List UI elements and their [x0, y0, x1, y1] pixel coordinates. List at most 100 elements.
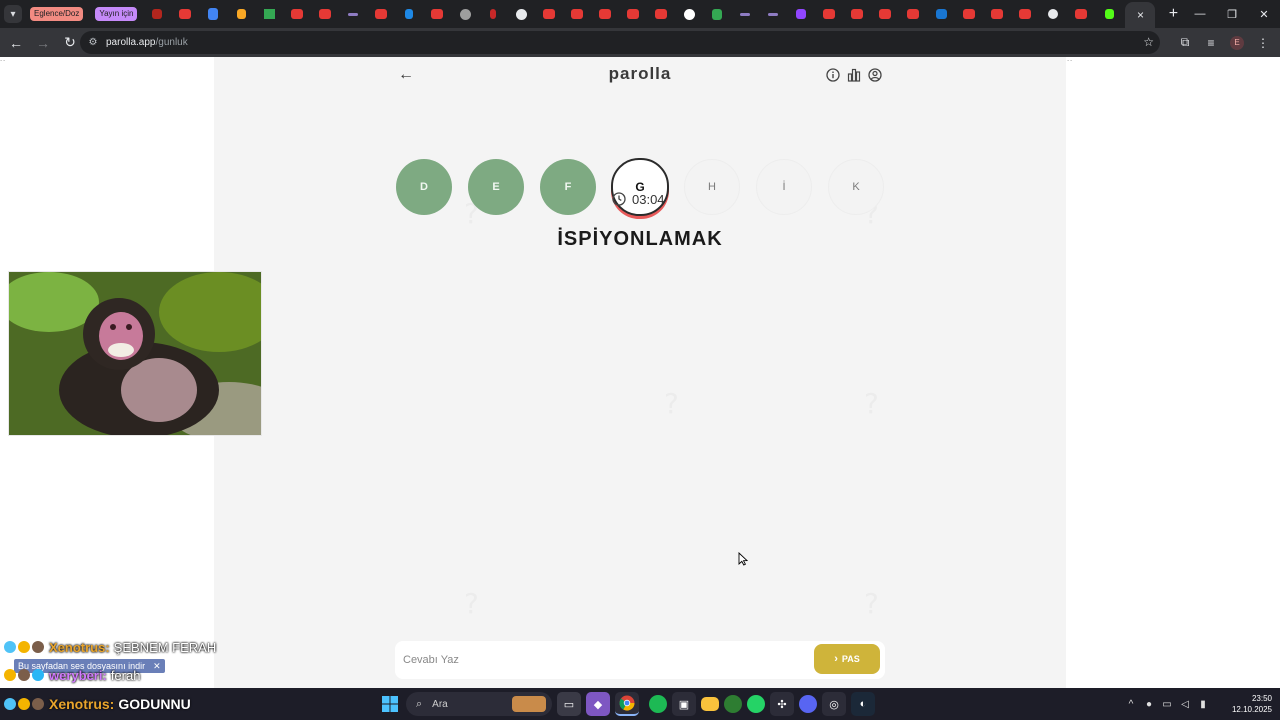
github-icon[interactable] — [507, 0, 535, 28]
pass-button[interactable]: › PAS — [814, 644, 880, 674]
url-text[interactable]: parolla.app/gunluk — [106, 37, 188, 48]
youtube-icon[interactable] — [899, 0, 927, 28]
discord-icon[interactable] — [799, 695, 817, 713]
youtube-icon[interactable] — [843, 0, 871, 28]
youtube-icon[interactable] — [1011, 0, 1039, 28]
taskbar-search[interactable]: ⌕ Ara — [406, 692, 552, 716]
feather-icon[interactable] — [759, 0, 787, 28]
feather-icon[interactable] — [731, 0, 759, 28]
forward-icon[interactable]: → — [31, 31, 55, 55]
reload-icon[interactable]: ↻ — [58, 31, 82, 55]
header-actions — [822, 66, 885, 84]
battery-icon[interactable]: ▮ — [1194, 699, 1212, 710]
timer-value: 03:04 — [632, 191, 665, 207]
taskbar-clock[interactable]: 23:50 12.10.2025 — [1212, 693, 1272, 715]
tab-group-yayin[interactable]: Yayın için — [95, 7, 138, 21]
chat-text: ferah — [110, 667, 141, 683]
close-tab-icon[interactable]: × — [1137, 8, 1144, 22]
stats-icon[interactable] — [843, 66, 864, 84]
netflix-icon[interactable] — [479, 0, 507, 28]
media-app-icon[interactable]: ▣ — [672, 692, 696, 716]
youtube-icon[interactable] — [283, 0, 311, 28]
tab-list — [143, 0, 1123, 28]
youtube-icon[interactable] — [647, 0, 675, 28]
youtube-icon[interactable] — [311, 0, 339, 28]
info-icon[interactable] — [822, 66, 843, 84]
search-label: Ara — [432, 698, 448, 710]
youtube-icon[interactable] — [171, 0, 199, 28]
sheets-icon[interactable] — [703, 0, 731, 28]
tab-group-eglence[interactable]: Eglence/Doz — [30, 7, 84, 21]
youtube-icon[interactable] — [535, 0, 563, 28]
restore-icon[interactable]: ❐ — [1216, 0, 1248, 28]
youtube-icon[interactable] — [619, 0, 647, 28]
back-icon[interactable]: ← — [4, 31, 28, 55]
youtube-icon[interactable] — [367, 0, 395, 28]
menu-icon[interactable]: ⋮ — [1250, 31, 1276, 54]
site-info-icon[interactable]: ⚙ — [86, 36, 100, 50]
new-tab-button[interactable]: + — [1161, 2, 1185, 26]
chevron-up-icon[interactable]: ^ — [1122, 699, 1140, 710]
play-icon[interactable] — [395, 0, 423, 28]
sub-badge-icon — [18, 641, 30, 653]
search-highlight-icon — [512, 696, 546, 712]
extensions-icon[interactable]: ⧉ — [1172, 31, 1198, 54]
microphone-icon[interactable]: ● — [1140, 699, 1158, 710]
tab-favicon[interactable] — [451, 0, 479, 28]
youtube-icon[interactable] — [815, 0, 843, 28]
task-view-icon[interactable]: ▭ — [557, 692, 581, 716]
system-tray: ^ ● ▭ ◁ ▮ 23:50 12.10.2025 — [1122, 688, 1280, 720]
chat-username: weryberi: — [49, 667, 107, 683]
copilot-icon[interactable]: ◆ — [586, 692, 610, 716]
edge-icon[interactable] — [724, 695, 742, 713]
steam-icon[interactable]: ◐ — [851, 692, 875, 716]
spotify-icon[interactable] — [649, 695, 667, 713]
close-notice-icon[interactable]: ✕ — [153, 661, 161, 672]
steam-settings-icon[interactable]: ✣ — [770, 692, 794, 716]
whatsapp-icon[interactable] — [747, 695, 765, 713]
youtube-icon[interactable] — [591, 0, 619, 28]
network-icon[interactable]: ▭ — [1158, 699, 1176, 710]
active-tab[interactable]: × — [1125, 2, 1156, 28]
mouse-cursor-icon — [738, 552, 748, 566]
kick-icon[interactable] — [1095, 0, 1123, 28]
chrome-icon[interactable] — [615, 692, 639, 716]
chat-overlay: Xenotrus: ŞEBNEM FERAH — [4, 639, 216, 655]
answer-input[interactable] — [403, 649, 803, 671]
youtube-icon[interactable] — [871, 0, 899, 28]
obs-icon[interactable]: ◎ — [822, 692, 846, 716]
chat-username: Xenotrus: — [49, 639, 110, 655]
docs-icon[interactable] — [199, 0, 227, 28]
address-bar[interactable]: ⚙ parolla.app/gunluk ☆ — [80, 31, 1160, 54]
minimize-icon[interactable]: — — [1184, 0, 1216, 28]
media-control-icon[interactable]: ≡ — [1198, 31, 1224, 54]
windows-start-icon[interactable] — [378, 692, 402, 716]
tab-favicon[interactable] — [143, 0, 171, 28]
letter-circle: H — [684, 159, 740, 215]
twitch-icon[interactable] — [787, 0, 815, 28]
chatgpt-icon[interactable] — [1039, 0, 1067, 28]
youtube-icon[interactable] — [955, 0, 983, 28]
tab-favicon[interactable] — [927, 0, 955, 28]
bookmark-star-icon[interactable]: ☆ — [1143, 35, 1154, 49]
avatar — [32, 641, 44, 653]
chat-badges — [4, 698, 46, 710]
profile-avatar[interactable]: E — [1230, 35, 1244, 50]
file-explorer-icon[interactable] — [701, 697, 719, 711]
youtube-icon[interactable] — [983, 0, 1011, 28]
youtube-icon[interactable] — [423, 0, 451, 28]
page-title: parolla — [608, 64, 672, 83]
avatar — [32, 698, 44, 710]
clock-icon — [612, 192, 626, 206]
google-icon[interactable] — [675, 0, 703, 28]
user-icon[interactable] — [864, 66, 885, 84]
letter-circle: İ — [756, 159, 812, 215]
volume-icon[interactable]: ◁ — [1176, 699, 1194, 710]
tab-favicon[interactable] — [227, 0, 255, 28]
drive-icon[interactable] — [255, 0, 283, 28]
close-window-icon[interactable]: ✕ — [1248, 0, 1280, 28]
youtube-icon[interactable] — [1067, 0, 1095, 28]
tab-search-icon[interactable]: ▾ — [4, 5, 22, 23]
feather-icon[interactable] — [339, 0, 367, 28]
youtube-icon[interactable] — [563, 0, 591, 28]
